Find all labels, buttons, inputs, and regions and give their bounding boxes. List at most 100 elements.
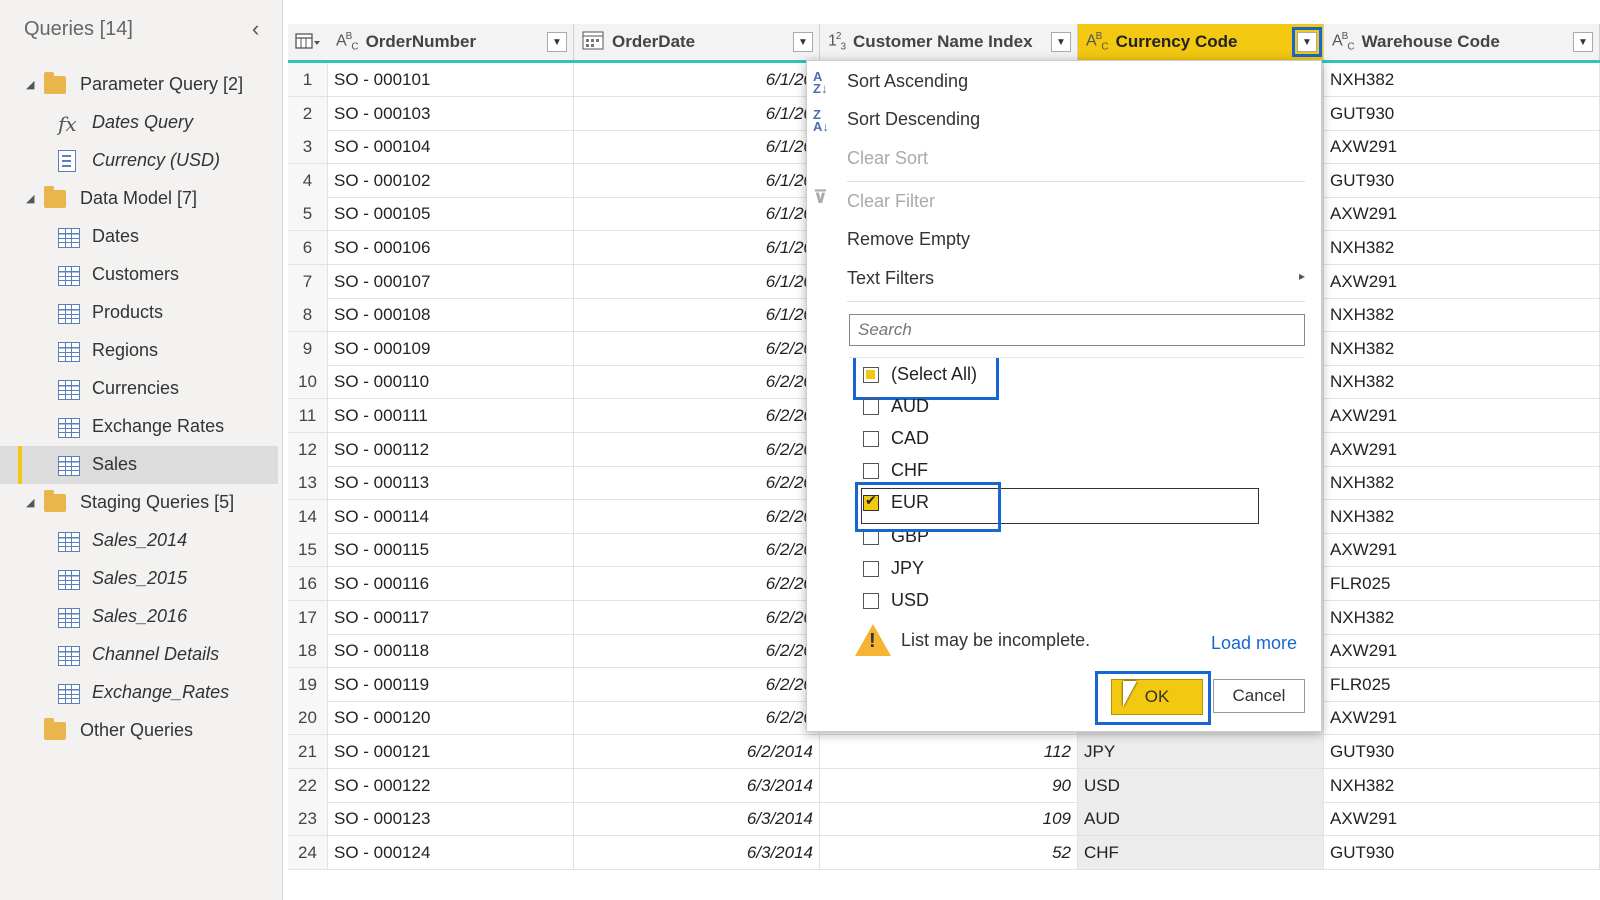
option-chf[interactable]: CHF bbox=[863, 460, 928, 481]
filter-dropdown-icon[interactable]: ▼ bbox=[1573, 32, 1593, 52]
order-date-cell[interactable]: 6/2/20 bbox=[574, 634, 820, 668]
order-date-cell[interactable]: 6/2/20 bbox=[574, 365, 820, 399]
query-item[interactable]: Other Queries bbox=[0, 712, 278, 750]
table-options-icon[interactable] bbox=[288, 24, 328, 60]
query-item[interactable]: ◢ Data Model [7] bbox=[0, 180, 278, 218]
query-item[interactable]: Sales_2016 bbox=[0, 598, 278, 636]
query-item[interactable]: ◢ Staging Queries [5] bbox=[0, 484, 278, 522]
query-item[interactable]: Sales_2014 bbox=[0, 522, 278, 560]
option-cad[interactable]: CAD bbox=[863, 428, 929, 449]
query-item[interactable]: Exchange_Rates bbox=[0, 674, 278, 712]
query-item[interactable]: ◢ Parameter Query [2] bbox=[0, 66, 278, 104]
filter-dropdown-icon[interactable]: ▼ bbox=[1292, 27, 1322, 57]
filter-dropdown-icon[interactable]: ▼ bbox=[547, 32, 567, 52]
column-header-ordernumber[interactable]: ABC OrderNumber ▼ bbox=[328, 24, 574, 60]
column-header-customer-name-index[interactable]: 123 Customer Name Index ▼ bbox=[820, 24, 1078, 60]
order-date-cell[interactable]: 6/3/2014 bbox=[574, 835, 820, 869]
order-number-cell[interactable]: SO - 000123 bbox=[328, 802, 574, 836]
order-number-cell[interactable]: SO - 000121 bbox=[328, 735, 574, 768]
order-date-cell[interactable]: 6/2/20 bbox=[574, 432, 820, 466]
column-header-warehouse-code[interactable]: ABC Warehouse Code ▼ bbox=[1324, 24, 1600, 60]
warehouse-code-cell[interactable]: NXH382 bbox=[1324, 365, 1600, 399]
text-filters-item[interactable]: Text Filters bbox=[847, 268, 934, 289]
expand-collapse-icon[interactable]: ◢ bbox=[26, 78, 34, 91]
customer-index-cell[interactable]: 109 bbox=[820, 802, 1078, 836]
customer-index-cell[interactable]: 112 bbox=[820, 735, 1078, 768]
warehouse-code-cell[interactable]: NXH382 bbox=[1324, 231, 1600, 264]
query-item[interactable]: Dates bbox=[0, 218, 278, 256]
sort-ascending-item[interactable]: Sort Ascending bbox=[847, 71, 968, 92]
order-date-cell[interactable]: 6/2/20 bbox=[574, 600, 820, 634]
order-date-cell[interactable]: 6/1/20 bbox=[574, 63, 820, 96]
warehouse-code-cell[interactable]: AXW291 bbox=[1324, 264, 1600, 298]
order-number-cell[interactable]: SO - 000103 bbox=[328, 96, 574, 130]
option-checkbox[interactable] bbox=[863, 398, 879, 415]
warehouse-code-cell[interactable]: NXH382 bbox=[1324, 63, 1600, 96]
currency-code-cell[interactable]: AUD bbox=[1078, 802, 1324, 836]
order-date-cell[interactable]: 6/1/20 bbox=[574, 264, 820, 298]
query-item[interactable]: Exchange Rates bbox=[0, 408, 278, 446]
search-input[interactable] bbox=[849, 314, 1305, 346]
query-item[interactable]: Currency (USD) bbox=[0, 142, 278, 180]
order-number-cell[interactable]: SO - 000124 bbox=[328, 835, 574, 869]
order-number-cell[interactable]: SO - 000105 bbox=[328, 197, 574, 231]
cancel-button[interactable]: Cancel bbox=[1213, 679, 1305, 713]
currency-code-cell[interactable]: USD bbox=[1078, 768, 1324, 802]
order-number-cell[interactable]: SO - 000122 bbox=[328, 768, 574, 802]
select-all-option[interactable]: (Select All) bbox=[863, 364, 977, 385]
order-date-cell[interactable]: 6/2/2014 bbox=[574, 735, 820, 768]
order-date-cell[interactable]: 6/1/20 bbox=[574, 197, 820, 231]
order-number-cell[interactable]: SO - 000106 bbox=[328, 231, 574, 264]
query-item[interactable]: Sales_2015 bbox=[0, 560, 278, 598]
order-date-cell[interactable]: 6/2/20 bbox=[574, 331, 820, 365]
filter-dropdown-icon[interactable]: ▼ bbox=[1051, 32, 1071, 52]
warehouse-code-cell[interactable]: FLR025 bbox=[1324, 667, 1600, 701]
order-number-cell[interactable]: SO - 000102 bbox=[328, 163, 574, 197]
order-number-cell[interactable]: SO - 000113 bbox=[328, 466, 574, 500]
customer-index-cell[interactable]: 52 bbox=[820, 835, 1078, 869]
remove-empty-item[interactable]: Remove Empty bbox=[847, 229, 970, 250]
order-number-cell[interactable]: SO - 000120 bbox=[328, 701, 574, 735]
select-all-checkbox[interactable] bbox=[863, 366, 879, 383]
warehouse-code-cell[interactable]: AXW291 bbox=[1324, 432, 1600, 466]
order-number-cell[interactable]: SO - 000115 bbox=[328, 533, 574, 567]
currency-code-cell[interactable]: JPY bbox=[1078, 735, 1324, 768]
order-date-cell[interactable]: 6/2/20 bbox=[574, 667, 820, 701]
warehouse-code-cell[interactable]: AXW291 bbox=[1324, 634, 1600, 668]
warehouse-code-cell[interactable]: NXH382 bbox=[1324, 768, 1600, 802]
order-date-cell[interactable]: 6/3/2014 bbox=[574, 768, 820, 802]
warehouse-code-cell[interactable]: NXH382 bbox=[1324, 499, 1600, 533]
order-number-cell[interactable]: SO - 000108 bbox=[328, 298, 574, 332]
option-aud[interactable]: AUD bbox=[863, 396, 929, 417]
query-item[interactable]: Regions bbox=[0, 332, 278, 370]
query-item[interactable]: Channel Details bbox=[0, 636, 278, 674]
clear-filter-item[interactable]: Clear Filter bbox=[847, 191, 935, 212]
warehouse-code-cell[interactable]: AXW291 bbox=[1324, 533, 1600, 567]
warehouse-code-cell[interactable]: AXW291 bbox=[1324, 197, 1600, 231]
order-number-cell[interactable]: SO - 000110 bbox=[328, 365, 574, 399]
collapse-pane-icon[interactable]: ‹ bbox=[252, 16, 259, 42]
customer-index-cell[interactable]: 90 bbox=[820, 768, 1078, 802]
order-number-cell[interactable]: SO - 000114 bbox=[328, 499, 574, 533]
query-item[interactable]: fx Dates Query bbox=[0, 104, 278, 142]
warehouse-code-cell[interactable]: AXW291 bbox=[1324, 130, 1600, 164]
warehouse-code-cell[interactable]: AXW291 bbox=[1324, 399, 1600, 432]
order-number-cell[interactable]: SO - 000117 bbox=[328, 600, 574, 634]
order-date-cell[interactable]: 6/1/20 bbox=[574, 163, 820, 197]
order-date-cell[interactable]: 6/2/20 bbox=[574, 533, 820, 567]
query-item[interactable]: Customers bbox=[0, 256, 278, 294]
expand-collapse-icon[interactable]: ◢ bbox=[26, 496, 34, 509]
warehouse-code-cell[interactable]: NXH382 bbox=[1324, 600, 1600, 634]
order-date-cell[interactable]: 6/2/20 bbox=[574, 466, 820, 500]
warehouse-code-cell[interactable]: GUT930 bbox=[1324, 163, 1600, 197]
warehouse-code-cell[interactable]: AXW291 bbox=[1324, 701, 1600, 735]
clear-sort-item[interactable]: Clear Sort bbox=[847, 148, 928, 169]
order-date-cell[interactable]: 6/1/20 bbox=[574, 298, 820, 332]
sort-descending-item[interactable]: Sort Descending bbox=[847, 109, 980, 130]
load-more-link[interactable]: Load more bbox=[1211, 633, 1297, 654]
currency-code-cell[interactable]: CHF bbox=[1078, 835, 1324, 869]
option-jpy[interactable]: JPY bbox=[863, 558, 924, 579]
order-date-cell[interactable]: 6/1/20 bbox=[574, 130, 820, 164]
order-date-cell[interactable]: 6/2/20 bbox=[574, 499, 820, 533]
order-number-cell[interactable]: SO - 000111 bbox=[328, 399, 574, 432]
